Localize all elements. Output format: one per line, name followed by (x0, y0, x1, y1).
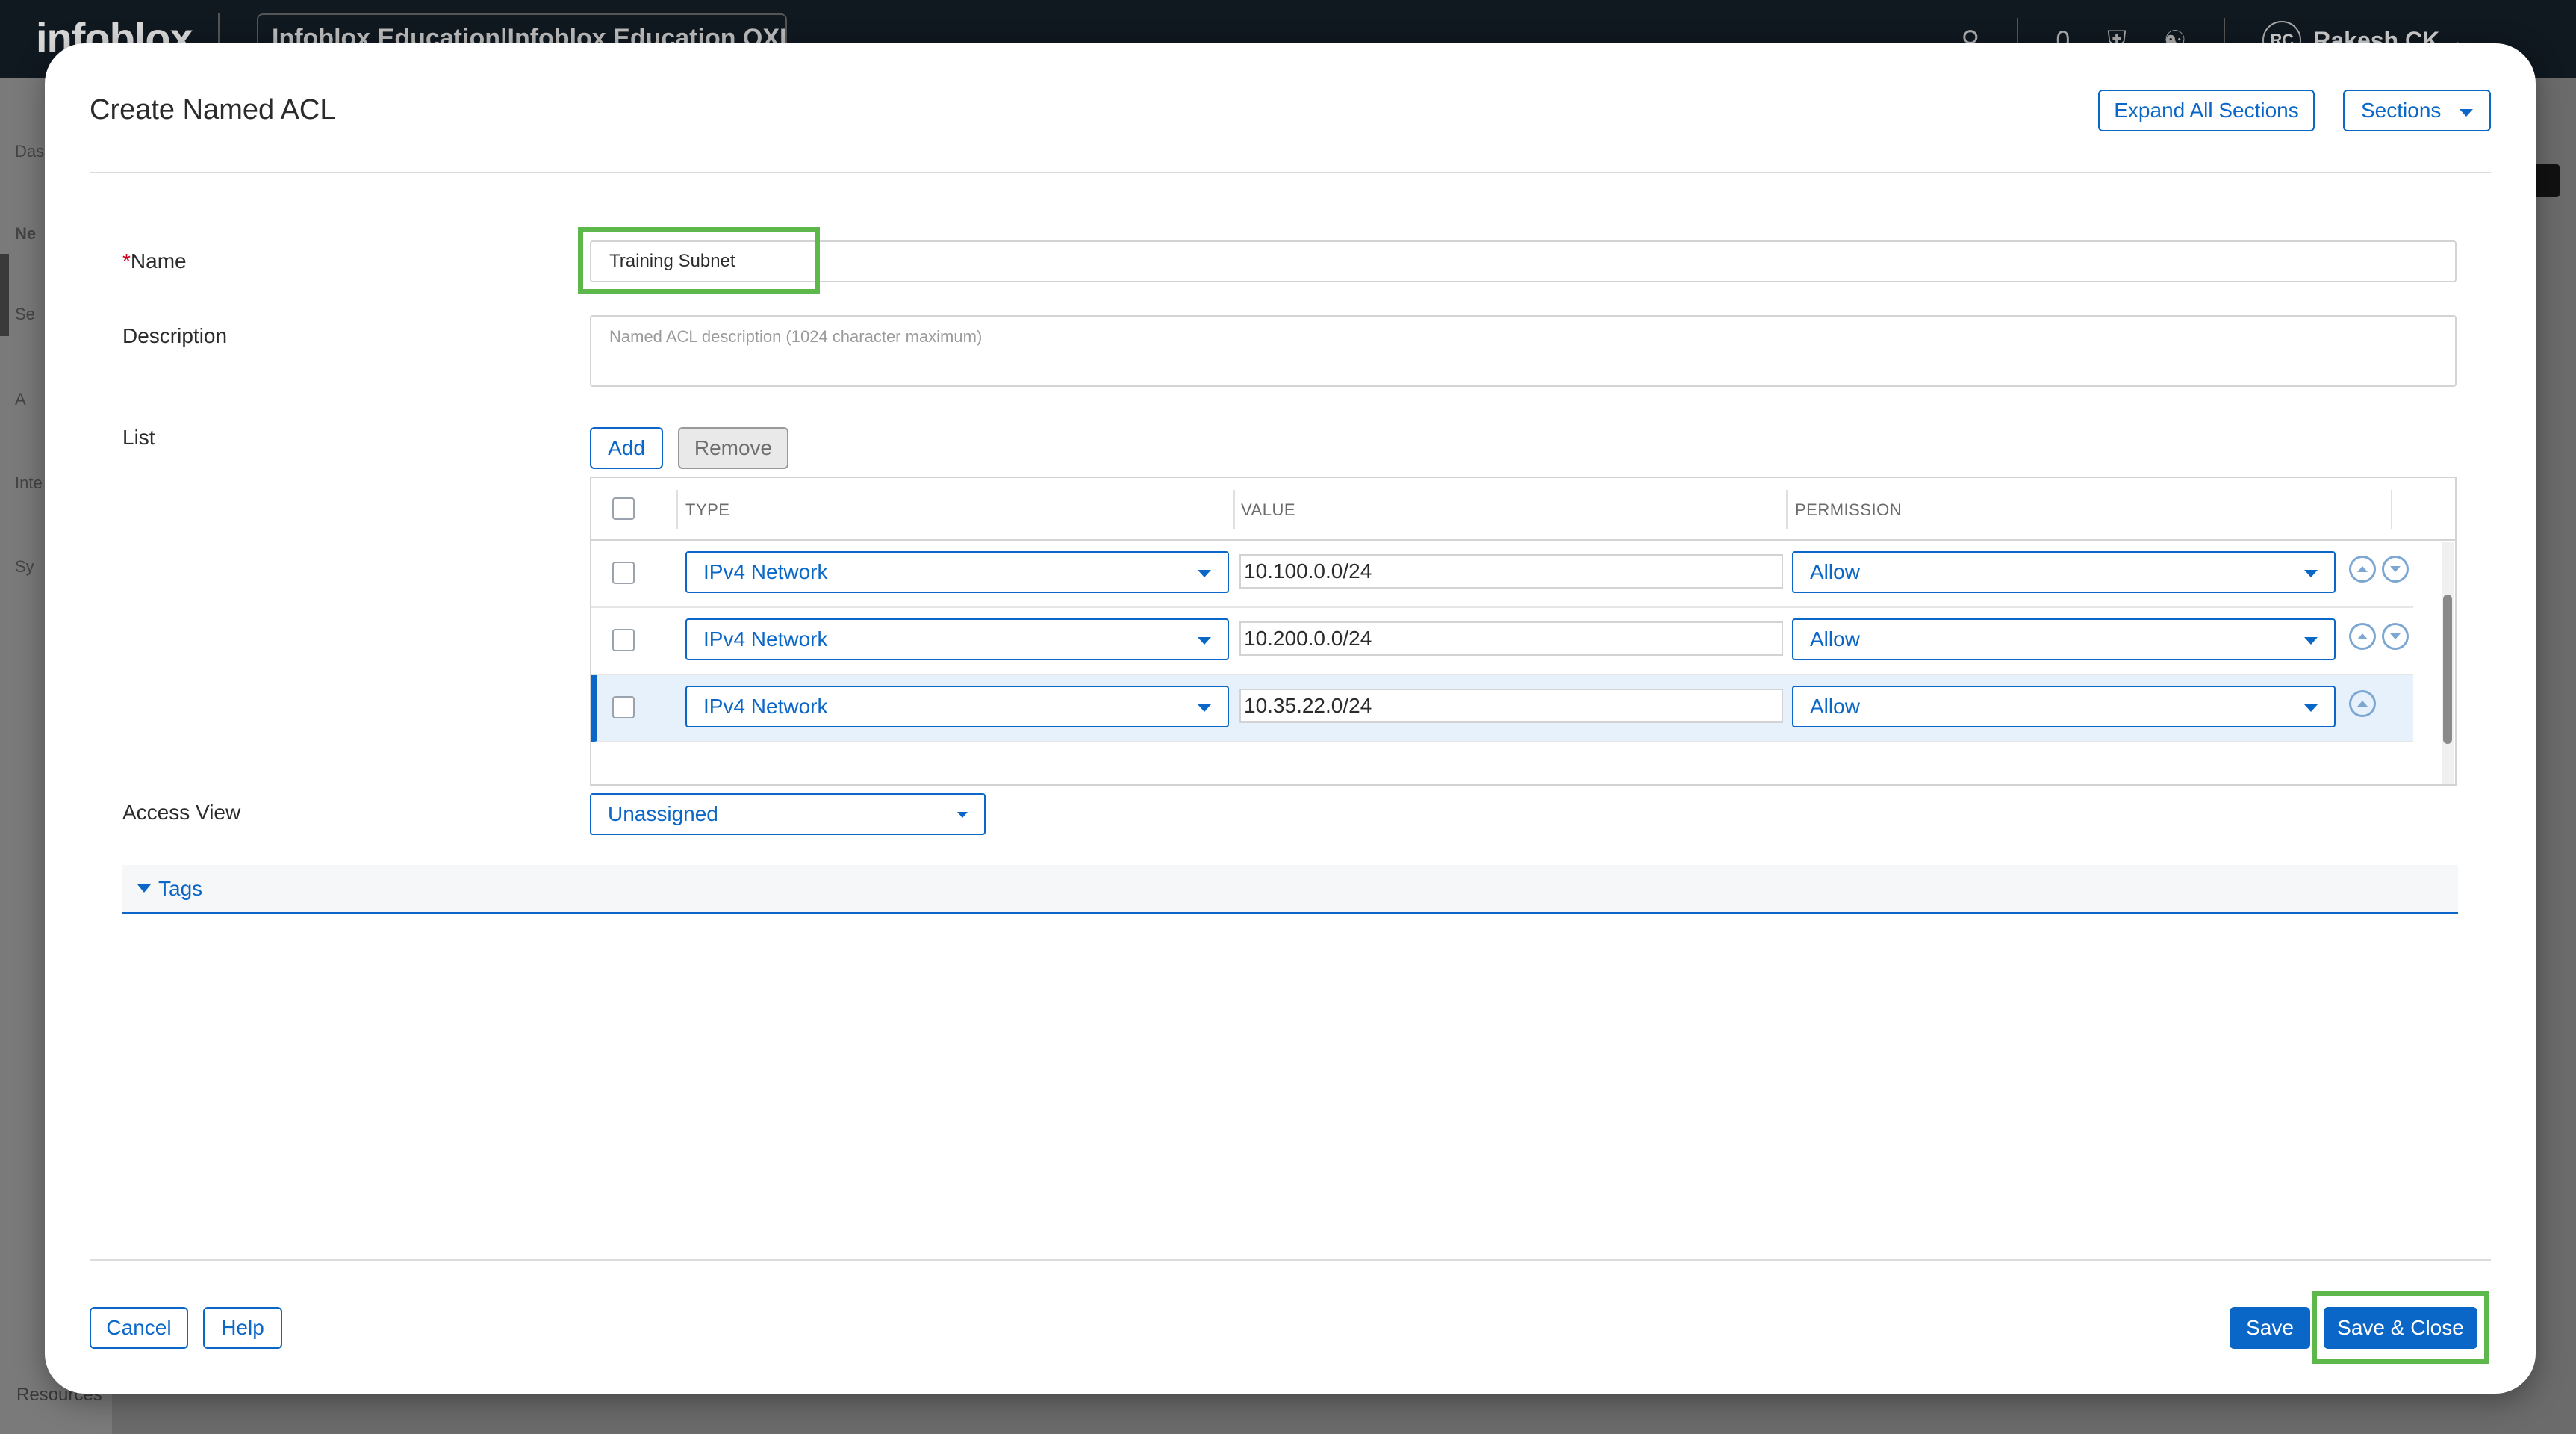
type-dropdown[interactable]: IPv4 Network (685, 686, 1229, 727)
type-dropdown[interactable]: IPv4 Network (685, 551, 1229, 593)
help-button[interactable]: Help (203, 1307, 282, 1349)
nav-item-apps[interactable]: A (15, 390, 26, 409)
access-view-label: Access View (122, 801, 241, 824)
move-up-icon[interactable] (2349, 623, 2376, 650)
type-dropdown[interactable]: IPv4 Network (685, 618, 1229, 660)
caret-down-icon (2304, 704, 2318, 712)
nav-item-networks[interactable]: Ne (15, 224, 36, 243)
remove-button[interactable]: Remove (678, 427, 788, 469)
cancel-button[interactable]: Cancel (90, 1307, 188, 1349)
scrollbar-thumb[interactable] (2443, 595, 2452, 744)
move-up-icon[interactable] (2349, 690, 2376, 717)
column-header-type[interactable]: TYPE (685, 500, 729, 520)
column-divider (676, 490, 678, 529)
save-button[interactable]: Save (2230, 1307, 2310, 1349)
value-input[interactable] (1239, 554, 1783, 589)
column-header-permission[interactable]: PERMISSION (1795, 500, 1902, 520)
tags-section-toggle[interactable]: Tags (122, 865, 2458, 914)
sections-dropdown[interactable]: Sections (2343, 90, 2491, 131)
caret-down-icon (2304, 570, 2318, 577)
column-divider (2391, 490, 2392, 529)
table-row[interactable]: IPv4 Network Allow (591, 608, 2413, 675)
table-scrollbar[interactable] (2442, 542, 2454, 784)
nav-item-security[interactable]: Se (15, 305, 35, 324)
permission-dropdown[interactable]: Allow (1792, 686, 2336, 727)
nav-active-indicator (0, 254, 9, 336)
move-down-icon[interactable] (2382, 556, 2409, 583)
access-view-value: Unassigned (608, 802, 718, 825)
type-value: IPv4 Network (703, 560, 828, 583)
name-label: *Name (122, 249, 187, 273)
permission-value: Allow (1810, 560, 1860, 583)
save-and-close-button[interactable]: Save & Close (2324, 1307, 2477, 1349)
column-divider (1786, 490, 1788, 529)
create-named-acl-dialog: Create Named ACL Expand All Sections Sec… (45, 43, 2536, 1394)
sections-label: Sections (2361, 99, 2442, 122)
move-down-icon[interactable] (2382, 623, 2409, 650)
dialog-title: Create Named ACL (90, 94, 336, 125)
name-label-text: Name (130, 249, 187, 273)
nav-item-integrations[interactable]: Inte (15, 474, 43, 493)
caret-down-icon (957, 812, 968, 818)
table-row-selected[interactable]: IPv4 Network Allow (591, 675, 2413, 742)
select-all-checkbox[interactable] (612, 497, 635, 520)
caret-down-icon (2460, 109, 2473, 117)
column-header-value[interactable]: VALUE (1241, 500, 1295, 520)
access-view-dropdown[interactable]: Unassigned (590, 793, 986, 835)
triangle-down-icon (137, 884, 151, 893)
column-divider (1233, 490, 1235, 529)
row-checkbox[interactable] (612, 696, 635, 718)
type-value: IPv4 Network (703, 695, 828, 718)
table-row[interactable]: IPv4 Network Allow (591, 541, 2413, 608)
acl-list-table: TYPE VALUE PERMISSION IPv4 Network Allow (590, 477, 2457, 786)
row-checkbox[interactable] (612, 629, 635, 651)
nav-item-system[interactable]: Sy (15, 557, 34, 577)
permission-value: Allow (1810, 695, 1860, 718)
description-textarea[interactable] (590, 315, 2457, 387)
table-header: TYPE VALUE PERMISSION (591, 478, 2455, 541)
value-input[interactable] (1239, 621, 1783, 656)
list-label: List (122, 426, 155, 449)
value-input[interactable] (1239, 689, 1783, 723)
type-value: IPv4 Network (703, 627, 828, 651)
header-divider (90, 172, 2491, 173)
footer-divider (90, 1259, 2491, 1261)
permission-value: Allow (1810, 627, 1860, 651)
permission-dropdown[interactable]: Allow (1792, 551, 2336, 593)
move-up-icon[interactable] (2349, 556, 2376, 583)
row-checkbox[interactable] (612, 562, 635, 584)
tags-label: Tags (158, 876, 203, 900)
caret-down-icon (1198, 570, 1211, 577)
expand-all-sections-button[interactable]: Expand All Sections (2098, 90, 2315, 131)
required-marker: * (122, 249, 131, 273)
permission-dropdown[interactable]: Allow (1792, 618, 2336, 660)
nav-item-dashboard[interactable]: Das (15, 142, 44, 161)
add-button[interactable]: Add (590, 427, 663, 469)
caret-down-icon (2304, 637, 2318, 645)
name-input[interactable] (590, 240, 2457, 282)
caret-down-icon (1198, 704, 1211, 712)
caret-down-icon (1198, 637, 1211, 645)
description-label: Description (122, 324, 228, 347)
